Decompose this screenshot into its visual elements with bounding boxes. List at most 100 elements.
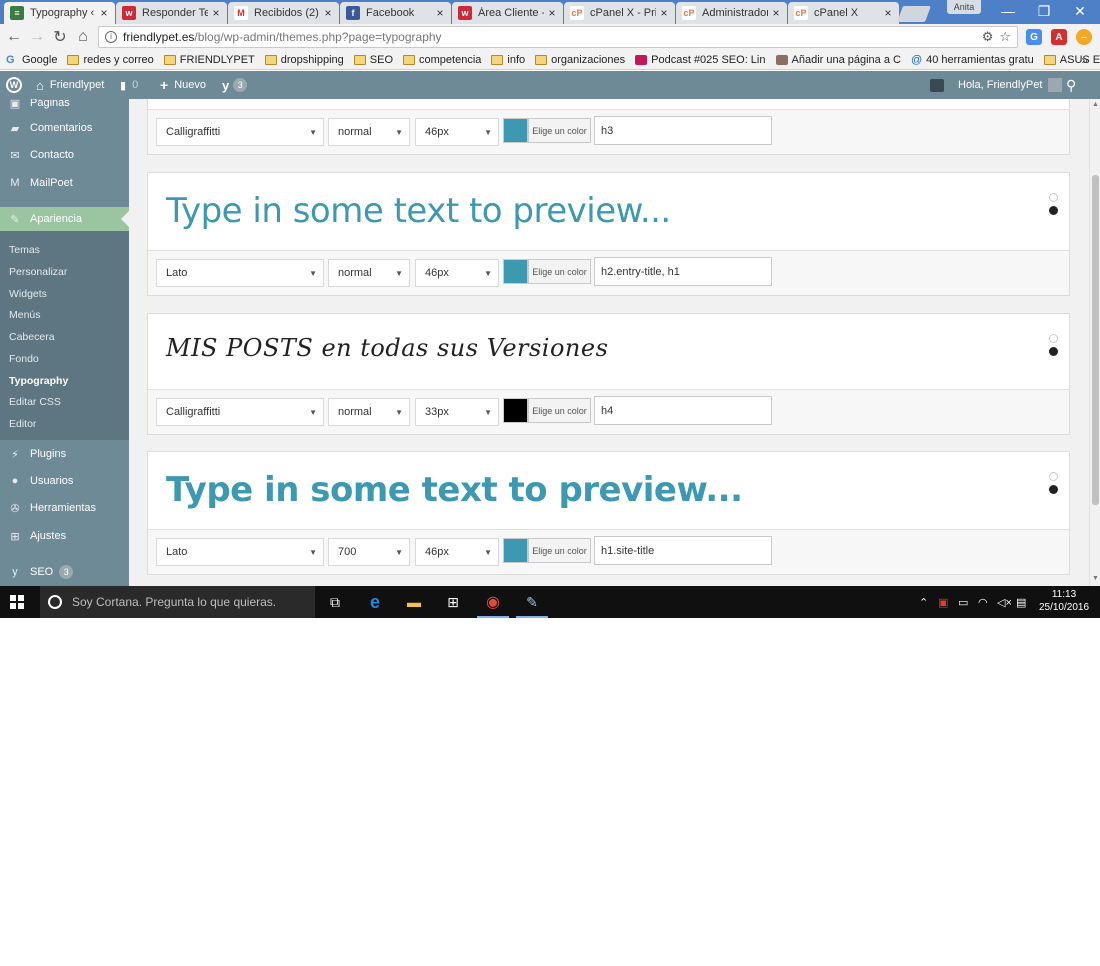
- translate-icon[interactable]: ⚙: [982, 29, 994, 45]
- sidebar-item-seo[interactable]: y SEO 3: [0, 562, 129, 582]
- radio-option[interactable]: [1049, 193, 1058, 202]
- task-view-icon[interactable]: ⧉: [317, 586, 353, 618]
- yoast-menu[interactable]: y 3: [222, 71, 248, 99]
- bookmark-competencia[interactable]: competencia: [403, 54, 481, 66]
- submenu-personalizar[interactable]: Personalizar: [9, 266, 67, 278]
- cortana-search-box[interactable]: Soy Cortana. Pregunta lo que quieras.: [40, 586, 315, 618]
- font-family-select[interactable]: Calligraffitti ▼: [156, 398, 324, 426]
- choose-color-button[interactable]: Elige un color: [528, 538, 591, 563]
- minimize-icon[interactable]: —: [990, 0, 1026, 22]
- color-swatch[interactable]: [503, 538, 528, 563]
- notification-icon[interactable]: [930, 71, 944, 99]
- radio-option-selected[interactable]: [1049, 347, 1058, 356]
- file-explorer-icon[interactable]: ▬: [396, 586, 432, 618]
- forward-arrow-icon[interactable]: →: [27, 27, 47, 47]
- system-clock[interactable]: 11:13 25/10/2016: [1035, 588, 1093, 614]
- bookmark-redes-y-correo[interactable]: redes y correo: [67, 54, 154, 66]
- sidebar-item-ajustes[interactable]: ⊞ Ajustes: [0, 526, 129, 546]
- edge-icon[interactable]: e: [357, 586, 393, 618]
- bookmark-star-icon[interactable]: ☆: [999, 29, 1011, 45]
- battery-icon[interactable]: ▭: [958, 586, 968, 618]
- sidebar-item-contacto[interactable]: ✉ Contacto: [0, 145, 129, 165]
- volume-mute-icon[interactable]: ◁×: [997, 586, 1012, 618]
- close-icon[interactable]: ×: [883, 6, 893, 20]
- my-account-menu[interactable]: Hola, FriendlyPet: [958, 71, 1063, 99]
- sidebar-item-usuarios[interactable]: ● Usuarios: [0, 471, 129, 491]
- extension-google-icon[interactable]: G: [1026, 29, 1042, 45]
- tab-area-cliente[interactable]: w Área Cliente - ×: [452, 2, 563, 24]
- sidebar-item-herramientas[interactable]: ✇ Herramientas: [0, 498, 129, 518]
- submenu-menus[interactable]: Menús: [9, 309, 41, 321]
- info-icon[interactable]: i: [105, 31, 117, 43]
- close-icon[interactable]: ×: [771, 6, 781, 20]
- sidebar-item-paginas[interactable]: ▣ Páginas: [0, 99, 129, 113]
- bookmark-40-herramientas[interactable]: @40 herramientas gratu: [911, 54, 1034, 66]
- font-size-select[interactable]: 46px ▼: [415, 118, 499, 146]
- site-name-link[interactable]: ⌂ Friendlypet: [36, 71, 104, 99]
- address-bar[interactable]: i friendlypet.es /blog/wp-admin/themes.p…: [98, 26, 1018, 48]
- css-selector-input[interactable]: h4: [594, 396, 772, 425]
- tab-responder[interactable]: w Responder Ter ×: [116, 2, 227, 24]
- wp-logo-button[interactable]: W: [6, 71, 22, 99]
- choose-color-button[interactable]: Elige un color: [528, 259, 591, 284]
- home-icon[interactable]: ⌂: [73, 27, 93, 47]
- color-swatch[interactable]: [503, 259, 528, 284]
- new-content-button[interactable]: + Nuevo: [160, 71, 206, 99]
- preview-text[interactable]: Type in some text to preview...: [166, 191, 671, 231]
- radio-option-selected[interactable]: [1049, 206, 1058, 215]
- bookmark-dropshipping[interactable]: dropshipping: [264, 54, 344, 66]
- submenu-temas[interactable]: Temas: [9, 244, 40, 256]
- restore-icon[interactable]: ❐: [1026, 0, 1062, 22]
- close-icon[interactable]: ×: [435, 6, 445, 20]
- new-tab-button[interactable]: [897, 6, 931, 22]
- back-arrow-icon[interactable]: ←: [4, 27, 24, 47]
- radio-option[interactable]: [1049, 472, 1058, 481]
- bookmark-info[interactable]: info: [491, 54, 525, 66]
- close-icon[interactable]: ×: [547, 6, 557, 20]
- paint-icon[interactable]: ✎: [514, 586, 550, 618]
- bookmark-seo[interactable]: SEO: [353, 54, 393, 66]
- tab-facebook[interactable]: f Facebook ×: [340, 2, 451, 24]
- bookmark-organizaciones[interactable]: organizaciones: [535, 54, 625, 66]
- color-swatch[interactable]: [503, 118, 528, 143]
- font-weight-select[interactable]: normal ▼: [328, 259, 410, 287]
- tab-typography[interactable]: ≡ Typography ‹ F ×: [4, 2, 115, 24]
- store-icon[interactable]: ⊞: [435, 586, 471, 618]
- bookmark-friendlypet[interactable]: FRIENDLYPET: [163, 54, 255, 66]
- css-selector-input[interactable]: h2.entry-title, h1: [594, 257, 772, 286]
- font-weight-select[interactable]: 700 ▼: [328, 538, 410, 566]
- font-family-select[interactable]: Lato ▼: [156, 538, 324, 566]
- font-family-select[interactable]: Calligraffitti ▼: [156, 118, 324, 146]
- sidebar-item-comentarios[interactable]: ▰ Comentarios: [0, 118, 129, 138]
- tab-gmail[interactable]: M Recibidos (2) - ×: [228, 2, 339, 24]
- profile-button[interactable]: Anita: [947, 0, 981, 14]
- reload-icon[interactable]: ↻: [50, 27, 70, 47]
- page-scrollbar[interactable]: ▲ ▼: [1089, 99, 1100, 586]
- wifi-icon[interactable]: ◠: [978, 586, 988, 618]
- bookmark-podcast[interactable]: Podcast #025 SEO: Lin: [635, 54, 766, 66]
- sidebar-item-plugins[interactable]: ⚡ Plugins: [0, 444, 129, 464]
- submenu-editar-css[interactable]: Editar CSS: [9, 396, 61, 408]
- show-hidden-icons[interactable]: ⌃: [919, 586, 928, 618]
- acrobat-icon[interactable]: A: [1051, 29, 1067, 45]
- radio-option[interactable]: [1049, 334, 1058, 343]
- css-selector-input[interactable]: h3: [594, 116, 772, 145]
- submenu-widgets[interactable]: Widgets: [9, 288, 47, 300]
- tab-cpanel-principal[interactable]: cP cPanel X - Prin ×: [564, 2, 675, 24]
- close-icon[interactable]: ×: [659, 6, 669, 20]
- blocker-icon[interactable]: –: [1076, 29, 1092, 45]
- tab-cpanel[interactable]: cP cPanel X ×: [788, 2, 899, 24]
- bookmarks-overflow-icon[interactable]: »: [1081, 53, 1088, 67]
- close-icon[interactable]: ×: [211, 6, 221, 20]
- close-icon[interactable]: ×: [323, 6, 333, 20]
- close-window-icon[interactable]: ✕: [1062, 0, 1098, 22]
- close-icon[interactable]: ×: [99, 6, 109, 20]
- preview-text[interactable]: MIS POSTS en todas sus Versiones: [166, 334, 608, 362]
- scroll-down-icon[interactable]: ▼: [1092, 575, 1099, 582]
- font-size-select[interactable]: 46px ▼: [415, 538, 499, 566]
- scroll-thumb[interactable]: [1092, 175, 1099, 505]
- choose-color-button[interactable]: Elige un color: [528, 398, 591, 423]
- comments-link[interactable]: ▮ 0: [120, 71, 138, 99]
- bookmark-asus[interactable]: ASUS E-Service: [1043, 54, 1100, 66]
- chrome-icon[interactable]: ◉: [475, 586, 511, 618]
